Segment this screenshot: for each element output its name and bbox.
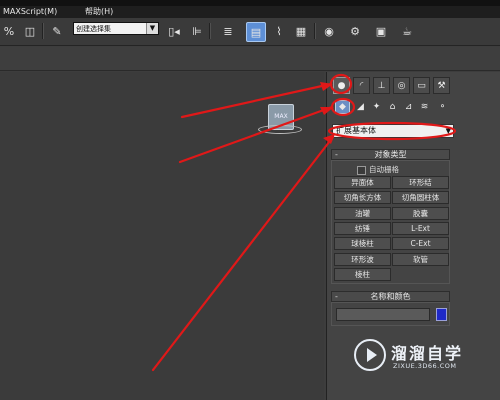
menu-help[interactable]: 帮助(H)	[85, 6, 113, 18]
display-tab[interactable]: ▭	[413, 77, 430, 94]
obj-button-hose[interactable]: 软管	[392, 253, 449, 266]
cameras-icon[interactable]: ⌂	[385, 100, 400, 114]
motion-tab[interactable]: ◎	[393, 77, 410, 94]
watermark-logo-icon	[354, 339, 386, 371]
selection-set-value: 创建选择集	[76, 25, 111, 33]
obj-button-gengon[interactable]: 球棱柱	[334, 237, 391, 250]
viewport-object-gizmo	[258, 125, 302, 134]
object-color-swatch[interactable]	[436, 308, 447, 321]
geometry-icon[interactable]: ◆	[335, 100, 350, 114]
mirror-icon[interactable]: ▯◂	[165, 22, 183, 40]
obj-button-chamfer-cyl[interactable]: 切角圆柱体	[392, 191, 449, 204]
obj-button-torus-knot[interactable]: 环形结	[392, 176, 449, 189]
autogrid-label: 自动栅格	[369, 165, 399, 174]
shapes-icon[interactable]: ◢	[353, 100, 368, 114]
modify-tab[interactable]: ◜	[353, 77, 370, 94]
hierarchy-tab[interactable]: ⊥	[373, 77, 390, 94]
space-warps-icon[interactable]: ≋	[417, 100, 432, 114]
edit-named-sets-icon[interactable]: ✎	[48, 22, 66, 40]
align-icon[interactable]: ⊫	[188, 22, 206, 40]
watermark-title: 溜溜自学	[391, 344, 464, 363]
obj-button-prism[interactable]: 棱柱	[334, 268, 391, 281]
utilities-tab[interactable]: ⚒	[433, 77, 450, 94]
scene-explorer-icon[interactable]: ▤	[246, 22, 266, 42]
obj-button-hedra[interactable]: 异面体	[334, 176, 391, 189]
obj-button-ringwave[interactable]: 环形波	[334, 253, 391, 266]
render-setup-icon[interactable]: ⚙	[346, 22, 364, 40]
curve-editor-icon[interactable]: ⌇	[270, 22, 288, 40]
lights-icon[interactable]: ✦	[369, 100, 384, 114]
menu-bar: MAXScript(M) 帮助(H)	[0, 6, 500, 18]
create-tab[interactable]: ●	[333, 77, 350, 94]
schematic-view-icon[interactable]: ▦	[292, 22, 310, 40]
collapse-icon[interactable]: -	[335, 292, 338, 302]
systems-icon[interactable]: ⚬	[435, 100, 450, 114]
collapse-icon[interactable]: -	[335, 150, 338, 160]
spinner-snap-icon[interactable]: ◫	[21, 22, 39, 40]
percent-snap-icon[interactable]: %	[0, 22, 18, 40]
obj-button-c-ext[interactable]: C-Ext	[392, 237, 449, 250]
object-type-title: 对象类型	[374, 150, 407, 159]
obj-button-l-ext[interactable]: L-Ext	[392, 222, 449, 235]
toolbar-divider	[314, 23, 316, 39]
layer-manager-icon[interactable]: ≣	[219, 22, 237, 40]
category-dropdown[interactable]: 扩展基本体 ▼	[332, 124, 454, 138]
watermark-url: ZIXUE.3D66.COM	[393, 362, 457, 370]
object-type-rollout-header[interactable]: - 对象类型	[331, 149, 450, 160]
obj-button-oiltank[interactable]: 油罐	[334, 207, 391, 220]
render-teapot-icon[interactable]: ☕	[398, 22, 416, 40]
play-icon	[366, 348, 377, 362]
checkbox-box[interactable]	[357, 165, 366, 175]
name-color-title: 名称和颜色	[370, 292, 411, 301]
obj-button-capsule[interactable]: 胶囊	[392, 207, 449, 220]
name-color-rollout-header[interactable]: - 名称和颜色	[331, 291, 450, 302]
category-value: 扩展基本体	[336, 126, 376, 135]
menu-maxscript[interactable]: MAXScript(M)	[3, 6, 57, 18]
chevron-down-icon[interactable]: ▼	[446, 125, 451, 137]
secondary-toolbar	[0, 47, 500, 71]
helpers-icon[interactable]: ⊿	[401, 100, 416, 114]
toolbar-divider	[209, 23, 211, 39]
toolbar-divider	[42, 23, 44, 39]
selection-set-dropdown[interactable]: 创建选择集 ▼	[73, 22, 159, 35]
material-editor-icon[interactable]: ◉	[320, 22, 338, 40]
obj-button-spindle[interactable]: 纺锤	[334, 222, 391, 235]
chevron-down-icon[interactable]: ▼	[146, 23, 158, 34]
rendered-frame-icon[interactable]: ▣	[372, 22, 390, 40]
obj-button-chamfer-box[interactable]: 切角长方体	[334, 191, 391, 204]
object-name-field[interactable]	[336, 308, 430, 321]
autogrid-checkbox[interactable]: 自动栅格	[357, 164, 399, 175]
main-toolbar: % ◫ ✎ 创建选择集 ▼ ▯◂ ⊫ ≣ ▤ ⌇ ▦ ◉ ⚙ ▣ ☕	[0, 18, 500, 46]
